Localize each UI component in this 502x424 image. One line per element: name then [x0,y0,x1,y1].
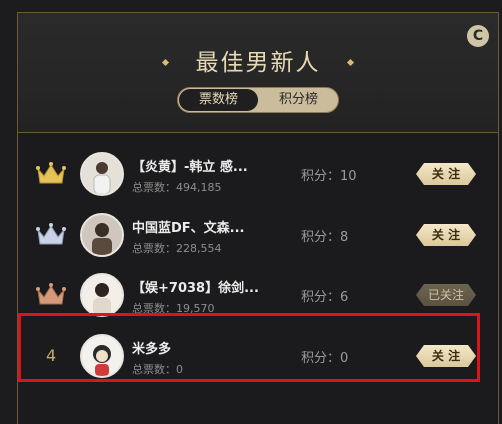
avatar[interactable] [80,152,124,196]
ranking-tabs: 票数榜 积分榜 [177,87,339,113]
list-item: 中国蓝DF、文森... 总票数：228,554 积分：8 关 注 [18,205,498,265]
tab-votes[interactable]: 票数榜 [179,89,258,111]
follow-button[interactable]: 关 注 [416,224,476,246]
avatar[interactable] [80,213,124,257]
follow-button[interactable]: 关 注 [416,163,476,185]
page-title: 最佳男新人 [195,50,321,76]
silver-crown-icon [36,223,66,247]
user-name[interactable]: 【娱+7038】徐剑... [132,277,259,296]
bronze-crown-icon [36,283,66,307]
score: 积分：8 [301,230,349,245]
user-name[interactable]: 【炎黄】-韩立 感... [132,156,248,175]
followed-button[interactable]: 已关注 [416,284,476,306]
list-item: 【炎黄】-韩立 感... 总票数：494,185 积分：10 关 注 [18,144,498,204]
gold-crown-icon [36,162,66,186]
score: 积分：10 [301,169,357,184]
score: 积分：6 [301,290,349,305]
user-name[interactable]: 中国蓝DF、文森... [132,217,245,236]
vote-count: 总票数：494,185 [132,181,222,194]
diamond-icon [162,58,170,67]
tab-points[interactable]: 积分榜 [259,88,338,112]
vote-count: 总票数：228,554 [132,242,222,255]
panel-header: C 最佳男新人 票数榜 积分榜 [18,13,498,133]
avatar[interactable] [80,273,124,317]
title-row: 最佳男新人 [18,43,498,77]
current-user-highlight [18,313,480,382]
diamond-icon [346,58,354,67]
